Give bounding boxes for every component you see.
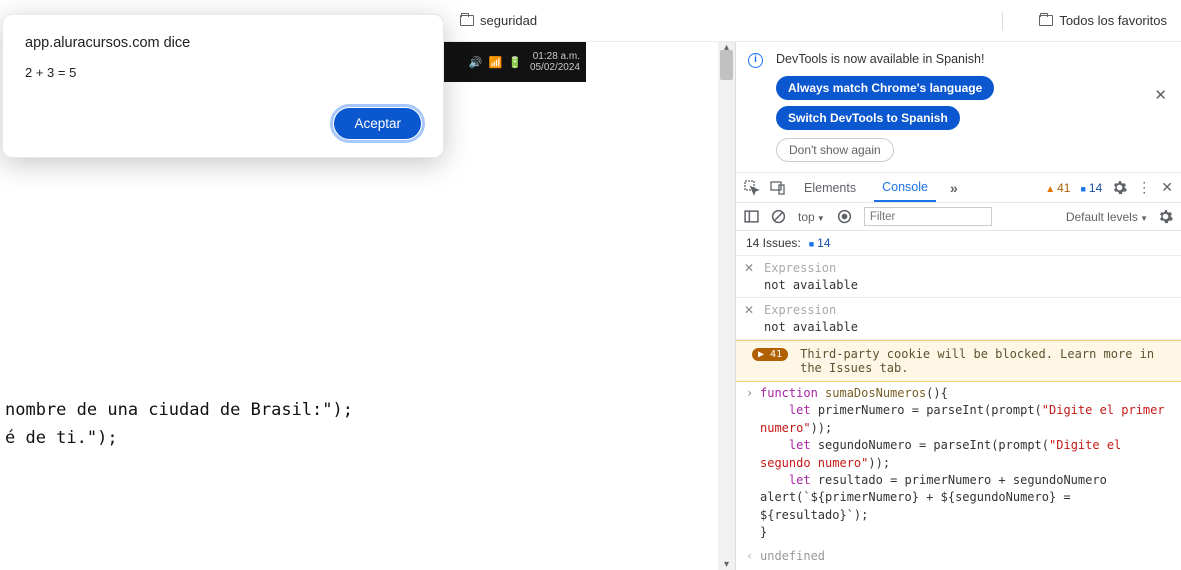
code-line: nombre de una ciudad de Brasil:"); [5, 396, 585, 424]
chevron-right-icon: › [746, 385, 753, 402]
devtools-language-banner: i DevTools is now available in Spanish! … [736, 42, 1181, 173]
tabs-overflow-icon[interactable]: » [946, 180, 962, 196]
separator [1002, 12, 1003, 30]
signal-icon: 📶 [489, 56, 503, 69]
issues-badge[interactable]: 14 [1080, 181, 1102, 195]
context-selector[interactable]: top [798, 210, 825, 224]
alert-message: 2 + 3 = 5 [25, 65, 421, 80]
bookmark-folder-seguridad[interactable]: seguridad [460, 13, 537, 28]
info-icon: i [748, 53, 763, 68]
console-return-row: undefined [736, 545, 1181, 568]
volume-icon: 🔊 [469, 56, 483, 69]
banner-actions-2: Don't show again [776, 138, 1169, 162]
tab-elements[interactable]: Elements [796, 173, 864, 202]
console-toolbar: top Default levels [736, 203, 1181, 231]
device-date: 05/02/2024 [530, 62, 580, 73]
always-match-button[interactable]: Always match Chrome's language [776, 76, 994, 100]
bookmark-label: Todos los favoritos [1059, 13, 1167, 28]
gear-icon[interactable] [1158, 209, 1173, 224]
clear-console-icon[interactable] [771, 209, 786, 224]
close-devtools-icon[interactable]: ✕ [1161, 179, 1173, 196]
js-alert-dialog: app.aluracursos.com dice 2 + 3 = 5 Acept… [2, 14, 444, 158]
code-line: é de ti."); [5, 424, 585, 452]
kebab-icon[interactable]: ⋮ [1137, 179, 1151, 196]
device-status-bar: 🔊 📶 🔋 01:28 a.m. 05/02/2024 [444, 42, 586, 82]
issues-count-badge: 14 [809, 236, 831, 250]
viewport-scrollbar[interactable]: ▴ ▾ [718, 42, 735, 570]
gear-icon[interactable] [1112, 180, 1127, 195]
live-expression-icon[interactable] [837, 209, 852, 224]
devtools-tabbar: Elements Console » 41 14 ⋮ ✕ [736, 173, 1181, 203]
bookmark-all-favorites[interactable]: Todos los favoritos [1039, 13, 1167, 28]
status-icons: 🔊 📶 🔋 [469, 56, 522, 69]
alert-actions: Aceptar [25, 108, 421, 139]
log-levels-selector[interactable]: Default levels [1066, 210, 1148, 224]
return-value: undefined [760, 549, 825, 563]
accept-button[interactable]: Aceptar [334, 108, 421, 139]
console-log[interactable]: › function sumaDosNumeros(){ let primerN… [736, 382, 1181, 570]
toolbar-right: Default levels [1066, 209, 1173, 224]
bookmark-label: seguridad [480, 13, 537, 28]
warning-text: Third-party cookie will be blocked. Lear… [800, 347, 1171, 375]
chevron-left-icon [746, 548, 753, 565]
filter-field[interactable] [864, 207, 992, 226]
device-clock: 01:28 a.m. 05/02/2024 [530, 51, 580, 73]
code-line: alert(`${primerNumero} + ${segundoNumero… [760, 490, 1071, 521]
inspect-icon[interactable] [744, 180, 760, 196]
device-toggle-icon[interactable] [770, 180, 786, 196]
sidebar-toggle-icon[interactable] [744, 209, 759, 224]
switch-spanish-button[interactable]: Switch DevTools to Spanish [776, 106, 960, 130]
issues-row[interactable]: 14 Issues: 14 [736, 231, 1181, 256]
expression-value: not available [764, 278, 1171, 292]
banner-actions: Always match Chrome's language Switch De… [776, 76, 1169, 130]
filter-input[interactable] [864, 207, 992, 226]
page-source-snippet: nombre de una ciudad de Brasil:"); é de … [5, 396, 585, 452]
tab-console[interactable]: Console [874, 173, 936, 202]
close-icon[interactable]: ✕ [1154, 86, 1167, 104]
live-expression-block: ✕ Expression not available [736, 298, 1181, 340]
scroll-down-arrow[interactable]: ▾ [721, 559, 732, 570]
scroll-thumb[interactable] [720, 50, 733, 80]
code-line: } [760, 525, 767, 539]
banner-message: DevTools is now available in Spanish! [776, 52, 1169, 66]
battery-icon: 🔋 [508, 56, 522, 69]
dont-show-button[interactable]: Don't show again [776, 138, 894, 162]
expression-placeholder[interactable]: Expression [764, 261, 1171, 275]
folder-icon [460, 15, 474, 26]
expression-value: not available [764, 320, 1171, 334]
warning-count-badge: 41 [752, 348, 788, 361]
issues-label: 14 Issues: [746, 236, 801, 250]
live-expression-block: ✕ Expression not available [736, 256, 1181, 298]
expression-placeholder[interactable]: Expression [764, 303, 1171, 317]
devtools-panel: i DevTools is now available in Spanish! … [735, 42, 1181, 570]
device-time: 01:28 a.m. [530, 51, 580, 62]
remove-expression-icon[interactable]: ✕ [744, 261, 754, 275]
tabbar-right: 41 14 ⋮ ✕ [1045, 179, 1173, 196]
alert-origin: app.aluracursos.com dice [25, 35, 421, 51]
cookie-warning-row[interactable]: 41 Third-party cookie will be blocked. L… [736, 340, 1181, 382]
warnings-badge[interactable]: 41 [1045, 181, 1070, 195]
folder-icon [1039, 15, 1053, 26]
remove-expression-icon[interactable]: ✕ [744, 303, 754, 317]
console-input-row: › function sumaDosNumeros(){ let primerN… [736, 382, 1181, 545]
